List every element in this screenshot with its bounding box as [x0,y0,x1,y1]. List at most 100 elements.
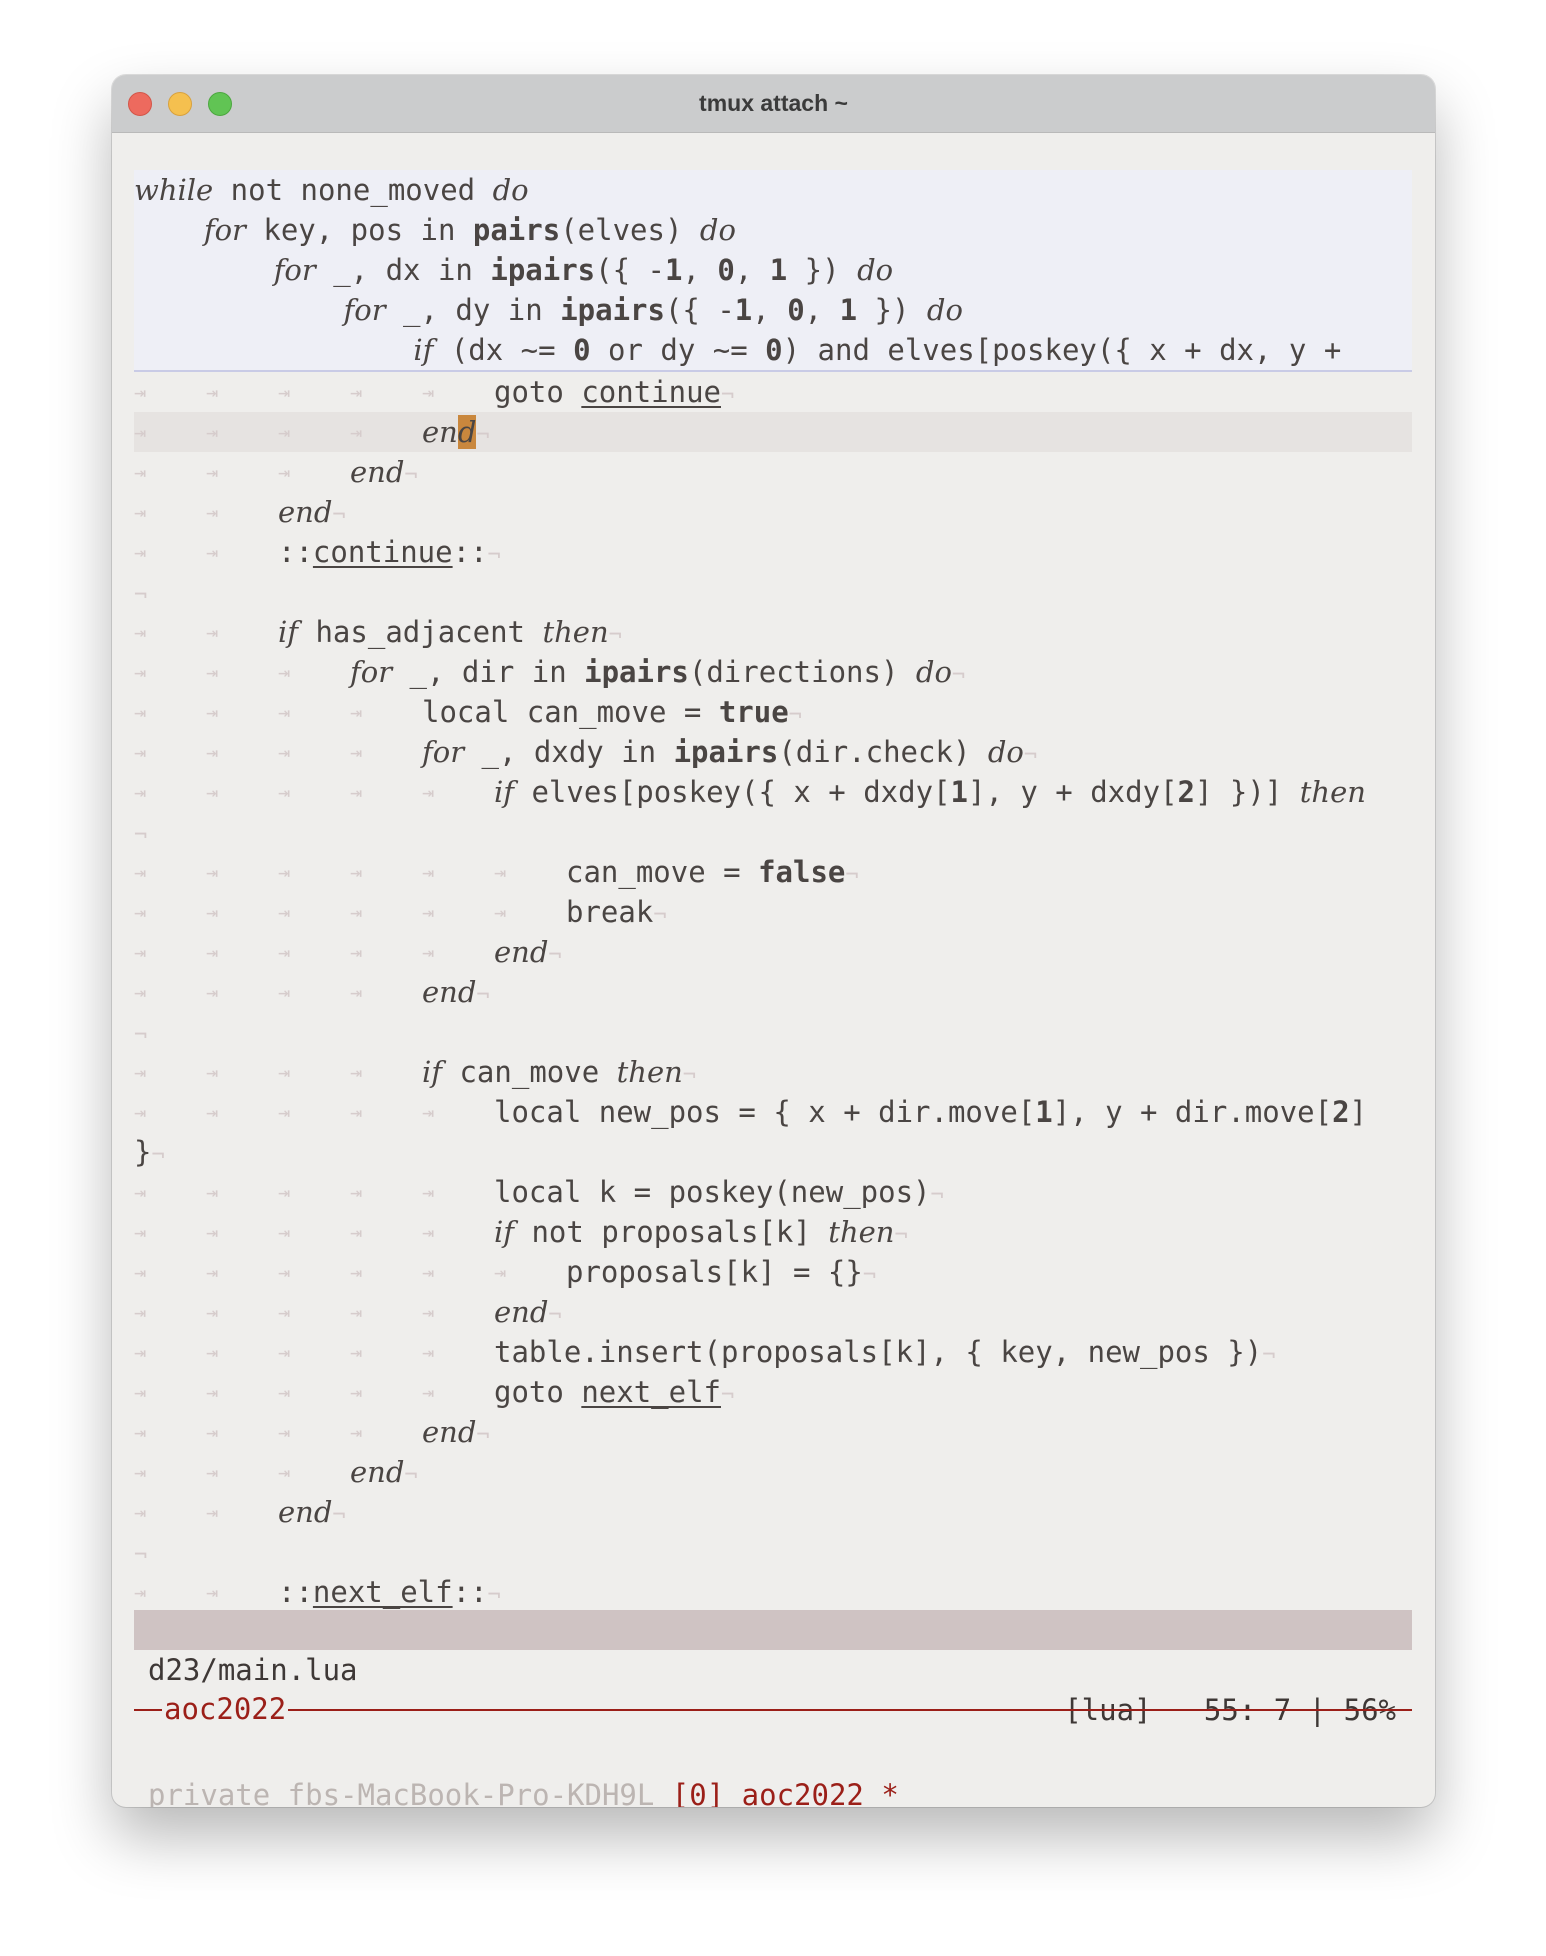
tab-marker-icon: ⇥ [206,500,219,524]
code-line[interactable]: ¬ [134,1532,1412,1572]
tab-marker-icon: ⇥ [278,660,291,684]
code-token: , [752,293,788,327]
tab-marker-icon: ⇥ [350,1380,363,1404]
eol-marker-icon: ¬ [404,463,418,488]
code-line[interactable]: ⇥ ⇥ ⇥ ⇥ ⇥ local k = poskey(new_pos)¬ [134,1172,1412,1212]
sticky-context-line[interactable]: for _, dx in ipairs({ -1, 0, 1 }) do [134,250,1412,290]
tab-marker-icon: ⇥ [206,1460,219,1484]
code-line[interactable]: ⇥ ⇥ ⇥ ⇥ ⇥ end¬ [134,932,1412,972]
code-line[interactable]: ⇥ ⇥ ⇥ ⇥ ⇥ ⇥ proposals[k] = {}¬ [134,1252,1412,1292]
sticky-context-line[interactable]: for _, dy in ipairs({ -1, 0, 1 }) do [134,290,1412,330]
tab-marker-icon: ⇥ [350,1340,363,1364]
tab-marker-icon: ⇥ [494,900,507,924]
code-line[interactable]: ⇥ ⇥ ⇥ ⇥ ⇥ ⇥ break¬ [134,892,1412,932]
code-line[interactable]: ⇥ ⇥ ⇥ ⇥ ⇥ if not proposals[k] then¬ [134,1212,1412,1252]
code-token: key, pos in [245,213,473,247]
code-line[interactable]: ⇥ ⇥::continue::¬ [134,532,1412,572]
code-line[interactable]: ⇥ ⇥::next_elf::¬ [134,1572,1412,1612]
tab-marker-icon: ⇥ [278,700,291,724]
code-line[interactable]: }¬ [134,1132,1412,1172]
code-token: ipairs [673,735,779,769]
eol-marker-icon: ¬ [721,383,735,408]
code-token: then [542,615,609,649]
code-line[interactable]: ¬ [134,812,1412,852]
eol-marker-icon: ¬ [862,1263,877,1288]
code-token: table.insert(proposals[k], { key, new_po… [494,1335,1263,1369]
code-token: ({ - [664,293,735,327]
tab-marker-icon: ⇥ [206,1060,219,1084]
tmux-window-name[interactable]: aoc2022 * [742,1778,899,1807]
code-token: next_elf [581,1375,721,1409]
code-line[interactable]: ⇥ ⇥ ⇥ ⇥ ⇥ end¬ [134,1292,1412,1332]
code-token: en [422,415,458,449]
code-line[interactable]: ⇥ ⇥ end¬ [134,1492,1412,1532]
code-token: end [278,1495,333,1529]
tab-marker-icon: ⇥ [278,900,291,924]
code-token: goto [494,1375,582,1409]
title-bar[interactable]: tmux attach ~ [112,75,1435,133]
tab-marker-icon: ⇥ [206,780,219,804]
code-line[interactable]: ⇥ ⇥ ⇥ ⇥ ⇥ if elves[poskey({ x + dxdy[1], y + … [134,772,1412,812]
code-token: end [422,975,477,1009]
code-line[interactable]: ⇥ ⇥ ⇥ for _, dir in ipairs(directions) do¬ [134,652,1412,692]
code-line[interactable]: ¬ [134,1012,1412,1052]
code-token: if [494,1215,515,1249]
code-token: then [1299,775,1366,809]
sticky-context-line[interactable]: while not none_moved do [134,170,1412,210]
code-token: } [134,1135,152,1169]
tab-marker-icon: ⇥ [278,980,291,1004]
code-token: _, dx in [315,253,491,287]
eol-marker-icon: ¬ [134,1543,148,1568]
code-token: 0 [765,333,783,367]
code-line[interactable]: ⇥ ⇥ ⇥ ⇥ ⇥ ⇥ can_move = false¬ [134,852,1412,892]
code-line[interactable]: ⇥ ⇥ ⇥ ⇥ end¬ [134,972,1412,1012]
tab-marker-icon: ⇥ [206,1180,219,1204]
tab-marker-icon: ⇥ [134,460,147,484]
code-token: end [494,935,549,969]
code-line[interactable]: ⇥ ⇥ ⇥ ⇥ if can_move then¬ [134,1052,1412,1092]
code-token: _, dxdy in [464,735,674,769]
sticky-context-line[interactable]: for key, pos in pairs(elves) do [134,210,1412,250]
code-token: ipairs [584,655,689,689]
code-token: has_adjacent [298,615,543,649]
code-line[interactable]: ⇥ ⇥ ⇥ end¬ [134,1452,1412,1492]
code-token: ], y + dir.move[ [1052,1095,1333,1129]
code-line[interactable]: ⇥ ⇥ ⇥ ⇥ ⇥ table.insert(proposals[k], { key, n… [134,1332,1412,1372]
code-line[interactable]: ⇥ ⇥ ⇥ ⇥ end¬ [134,1412,1412,1452]
code-token: then [828,1215,895,1249]
eol-marker-icon: ¬ [894,1223,908,1248]
code-line[interactable]: ⇥ ⇥ ⇥ ⇥ ⇥ local new_pos = { x + dir.move[1], … [134,1092,1412,1132]
code-token: (dx ~= [433,333,574,367]
tab-marker-icon: ⇥ [278,1260,291,1284]
code-line[interactable]: ⇥ ⇥ if has_adjacent then¬ [134,612,1412,652]
tab-marker-icon: ⇥ [278,1460,291,1484]
code-token: if [278,615,299,649]
code-line[interactable]: ⇥ ⇥ ⇥ end¬ [134,452,1412,492]
code-line[interactable]: ⇥ ⇥ ⇥ ⇥ local can_move = true¬ [134,692,1412,732]
tab-marker-icon: ⇥ [278,1180,291,1204]
tab-marker-icon: ⇥ [206,700,219,724]
tab-marker-icon: ⇥ [134,860,147,884]
tab-marker-icon: ⇥ [422,900,435,924]
code-line[interactable]: ⇥ ⇥ ⇥ ⇥ ⇥ goto next_elf¬ [134,1372,1412,1412]
tab-marker-icon: ⇥ [350,1260,363,1284]
code-editor[interactable]: while not none_moved do for key, pos in … [134,170,1412,1612]
tmux-session: private fbs-MacBook-Pro-KDH9L [148,1778,655,1807]
tab-marker-icon: ⇥ [278,860,291,884]
code-line[interactable]: ⇥ ⇥ ⇥ ⇥ for _, dxdy in ipairs(dir.check) do¬ [134,732,1412,772]
tab-marker-icon: ⇥ [134,1580,147,1604]
code-token: do [699,213,736,247]
code-line[interactable]: ⇥ ⇥ ⇥ ⇥ ⇥ goto continue¬ [134,372,1412,412]
code-line-current[interactable]: ⇥ ⇥ ⇥ ⇥ end¬ [134,412,1412,452]
sticky-context-line[interactable]: if (dx ~= 0 or dy ~= 0) and elves[poskey… [134,330,1412,370]
tab-marker-icon: ⇥ [134,1340,147,1364]
code-token: break [566,895,654,929]
eol-marker-icon: ¬ [332,1503,346,1528]
code-line[interactable]: ¬ [134,572,1412,612]
code-line[interactable]: ⇥ ⇥ end¬ [134,492,1412,532]
code-token: for [203,213,246,247]
tab-marker-icon: ⇥ [134,780,147,804]
tmux-window-index[interactable]: [0] [672,1778,724,1807]
code-token: 2 [1177,775,1195,809]
code-lines[interactable]: ⇥ ⇥ ⇥ ⇥ ⇥ goto continue¬ ⇥ ⇥ ⇥ ⇥ end¬ ⇥ ⇥ ⇥ end¬ ⇥ ⇥ end¬… [134,372,1412,1612]
